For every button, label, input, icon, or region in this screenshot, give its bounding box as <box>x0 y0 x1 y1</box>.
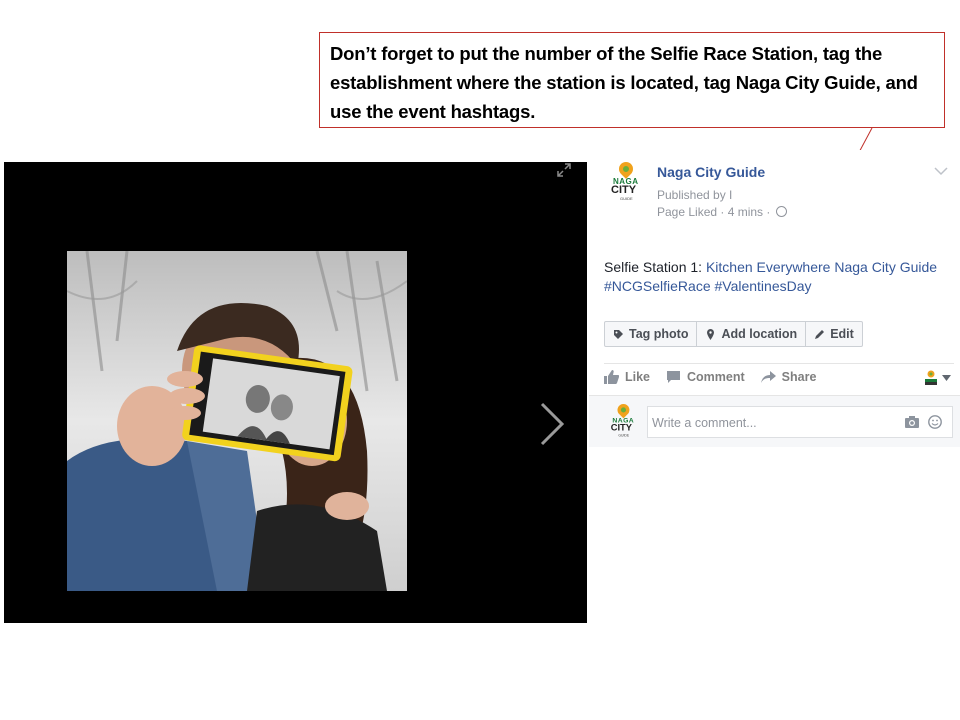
page-name-link[interactable]: Naga City Guide <box>657 164 765 180</box>
caret-down-icon <box>942 375 951 381</box>
edit-label: Edit <box>830 327 854 341</box>
logo-pin-icon <box>616 159 636 179</box>
logo-text-guide: GUIDE <box>620 196 633 201</box>
like-label: Like <box>625 370 651 384</box>
share-icon <box>760 371 776 383</box>
edit-button[interactable]: Edit <box>806 322 862 346</box>
like-icon <box>604 370 619 384</box>
location-pin-icon <box>707 328 715 340</box>
globe-icon <box>775 206 787 217</box>
page-logo[interactable]: NAGA CITY GUIDE <box>609 159 643 202</box>
expand-icon[interactable] <box>556 162 572 178</box>
tag-icon <box>614 329 623 339</box>
chevron-right-icon[interactable] <box>536 402 566 446</box>
share-label: Share <box>781 370 817 384</box>
tag-photo-label: Tag photo <box>629 327 689 341</box>
post-actions: Like Comment Share <box>604 370 816 384</box>
share-button[interactable]: Share <box>760 370 817 384</box>
annotation-text: Don’t forget to put the number of the Se… <box>330 43 918 122</box>
comment-button[interactable]: Comment <box>666 370 745 384</box>
add-location-button[interactable]: Add location <box>697 322 807 346</box>
selfie-photo <box>67 251 407 591</box>
pencil-icon <box>815 329 825 339</box>
post-as-selector[interactable] <box>924 370 951 386</box>
photo-actions-bar: Tag photo Add location Edit <box>604 321 863 347</box>
comment-icon <box>667 371 681 383</box>
page-liked-time: Page Liked · 4 mins · <box>657 205 771 219</box>
like-button[interactable]: Like <box>604 370 650 384</box>
logo-text-city: CITY <box>611 184 637 196</box>
photo-viewer <box>4 162 587 623</box>
annotation-callout: Don’t forget to put the number of the Se… <box>319 32 945 128</box>
smiley-icon[interactable] <box>928 415 942 429</box>
tag-photo-button[interactable]: Tag photo <box>605 322 698 346</box>
couple-selfie-image <box>67 251 407 591</box>
avatar-text-city: CITY <box>610 422 633 433</box>
avatar-text-guide: GUIDE <box>618 432 630 438</box>
post-text-prefix: Selfie Station 1: <box>604 259 706 275</box>
post-text: Selfie Station 1: Kitchen Everywhere Nag… <box>604 258 956 296</box>
camera-icon[interactable] <box>905 416 919 428</box>
add-location-label: Add location <box>721 327 798 341</box>
chevron-down-icon[interactable] <box>934 166 948 176</box>
commenter-avatar: NAGA CITY GUIDE <box>609 401 638 438</box>
divider <box>604 363 954 364</box>
comment-label: Comment <box>687 370 745 384</box>
page-avatar-small <box>925 370 937 385</box>
published-by: Published by I <box>657 188 733 202</box>
hashtags-link[interactable]: #NCGSelfieRace #ValentinesDay <box>604 278 812 294</box>
tagged-location-link[interactable]: Kitchen Everywhere Naga City Guide <box>706 259 937 275</box>
post-meta: Page Liked · 4 mins · <box>657 205 787 219</box>
